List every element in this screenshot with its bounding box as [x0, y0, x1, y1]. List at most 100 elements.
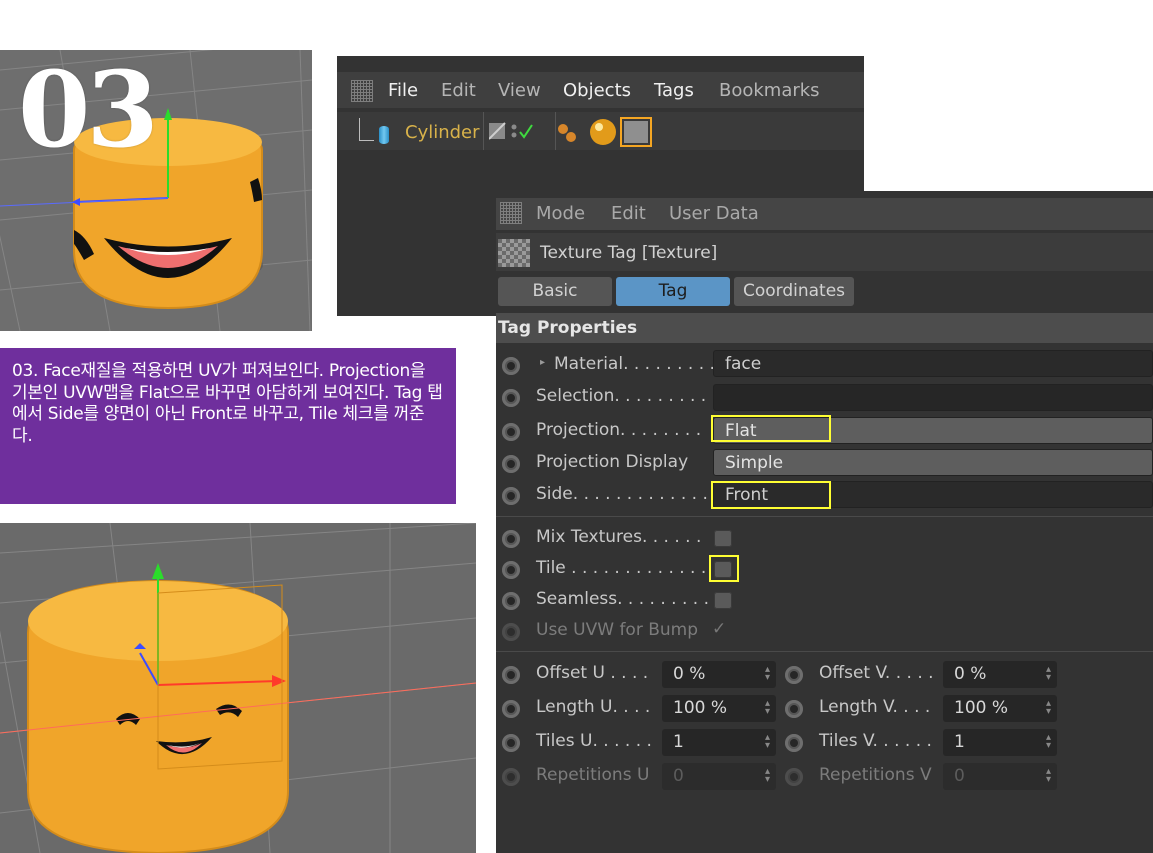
tiles-u-field[interactable]: 1 ▴ ▾	[662, 729, 776, 756]
animate-radio[interactable]	[502, 700, 520, 718]
repetitions-u-value: 0	[673, 766, 684, 786]
tiles-v-field[interactable]: 1 ▴ ▾	[943, 729, 1057, 756]
tab-basic[interactable]: Basic	[498, 277, 612, 306]
animate-radio	[502, 768, 520, 786]
tiles-u-value: 1	[673, 732, 684, 752]
offset-v-label: Offset V. . . . .	[819, 663, 934, 683]
spinner-icon: ▴ ▾	[764, 766, 770, 785]
animate-radio[interactable]	[785, 666, 803, 684]
animate-radio[interactable]	[785, 700, 803, 718]
object-tags	[558, 117, 652, 147]
animate-radio[interactable]	[502, 455, 520, 473]
offset-u-value: 0 %	[673, 664, 706, 684]
material-field[interactable]: face	[713, 350, 1153, 377]
animate-radio[interactable]	[502, 487, 520, 505]
viewport-after-render	[0, 523, 476, 853]
texture-tag-icon[interactable]	[620, 117, 652, 147]
spinner-icon[interactable]: ▴ ▾	[765, 665, 770, 683]
seamless-label: Seamless. . . . . . . . .	[536, 589, 709, 609]
caption-box: 03. Face재질을 적용하면 UV가 퍼져보인다. Projection을 …	[0, 348, 456, 504]
projection-display-label: Projection Display	[536, 452, 689, 472]
texture-tag-icon	[498, 239, 530, 267]
object-flags	[489, 122, 533, 140]
side-highlight	[711, 481, 831, 509]
tiles-v-label: Tiles V. . . . . .	[819, 731, 932, 751]
repetitions-v-field: 0 ▴ ▾	[943, 763, 1057, 790]
material-tag-icon[interactable]	[590, 119, 616, 145]
spinner-icon[interactable]: ▴ ▾	[1046, 665, 1051, 683]
animate-radio[interactable]	[502, 592, 520, 610]
mix-textures-label: Mix Textures. . . . . .	[536, 527, 702, 547]
animate-radio[interactable]	[502, 389, 520, 407]
tile-highlight	[709, 555, 739, 582]
tiles-u-label: Tiles U. . . . . .	[536, 731, 652, 751]
grip-icon[interactable]	[500, 202, 522, 224]
attribute-menubar	[496, 198, 1153, 230]
menu-tags[interactable]: Tags	[654, 80, 694, 101]
animate-radio[interactable]	[502, 357, 520, 375]
divider	[496, 651, 1153, 652]
length-v-label: Length V. . . .	[819, 697, 931, 717]
column-divider-tags	[555, 112, 556, 150]
visibility-dots-icon[interactable]	[511, 124, 517, 138]
menu-edit[interactable]: Edit	[611, 203, 646, 224]
tiles-v-value: 1	[954, 732, 965, 752]
projection-highlight	[711, 415, 831, 442]
enabled-check-icon[interactable]	[519, 124, 533, 139]
selection-label: Selection. . . . . . . . .	[536, 386, 707, 406]
menu-mode[interactable]: Mode	[536, 203, 585, 224]
menu-user-data[interactable]: User Data	[669, 203, 759, 224]
object-name[interactable]: Cylinder	[405, 122, 480, 143]
tag-title: Texture Tag [Texture]	[540, 243, 718, 263]
grip-icon[interactable]	[351, 80, 373, 102]
phong-tag-icon[interactable]	[558, 124, 576, 142]
projection-display-dropdown[interactable]: Simple	[713, 449, 1153, 476]
menu-bookmarks[interactable]: Bookmarks	[719, 80, 820, 101]
animate-radio[interactable]	[502, 561, 520, 579]
repetitions-u-field: 0 ▴ ▾	[662, 763, 776, 790]
layer-icon[interactable]	[489, 122, 506, 140]
use-uvw-label: Use UVW for Bump	[536, 620, 699, 640]
spinner-icon[interactable]: ▴ ▾	[765, 699, 770, 717]
length-v-value: 100 %	[954, 698, 1009, 718]
offset-u-field[interactable]: 0 % ▴ ▾	[662, 661, 776, 688]
repetitions-v-label: Repetitions V	[819, 765, 932, 785]
divider	[496, 516, 1153, 517]
spinner-icon[interactable]: ▴ ▾	[1046, 699, 1051, 717]
cylinder-icon	[379, 126, 389, 144]
offset-v-value: 0 %	[954, 664, 987, 684]
animate-radio[interactable]	[502, 423, 520, 441]
animate-radio[interactable]	[502, 530, 520, 548]
length-u-field[interactable]: 100 % ▴ ▾	[662, 695, 776, 722]
menu-view[interactable]: View	[498, 80, 541, 101]
expand-arrow-icon[interactable]: ▸	[540, 357, 545, 368]
mix-textures-checkbox[interactable]	[714, 530, 732, 547]
menu-objects[interactable]: Objects	[563, 80, 631, 101]
use-uvw-check-icon: ✓	[712, 619, 727, 639]
length-u-value: 100 %	[673, 698, 728, 718]
selection-field[interactable]	[713, 384, 1153, 411]
section-header: Tag Properties	[496, 313, 1153, 343]
viewport-after[interactable]	[0, 523, 476, 853]
column-divider	[483, 112, 484, 150]
menu-edit[interactable]: Edit	[441, 80, 476, 101]
animate-radio[interactable]	[785, 734, 803, 752]
animate-radio[interactable]	[502, 666, 520, 684]
tab-tag[interactable]: Tag	[616, 277, 730, 306]
animate-radio[interactable]	[502, 734, 520, 752]
length-v-field[interactable]: 100 % ▴ ▾	[943, 695, 1057, 722]
projection-label: Projection. . . . . . . .	[536, 420, 702, 440]
offset-v-field[interactable]: 0 % ▴ ▾	[943, 661, 1057, 688]
repetitions-u-label: Repetitions U	[536, 765, 650, 785]
length-u-label: Length U. . . .	[536, 697, 651, 717]
spinner-icon[interactable]: ▴ ▾	[1046, 733, 1051, 751]
seamless-checkbox[interactable]	[714, 592, 732, 609]
side-label: Side. . . . . . . . . . . . .	[536, 484, 708, 504]
offset-u-label: Offset U . . . .	[536, 663, 649, 683]
material-label: Material. . . . . . . . .	[554, 354, 715, 374]
spinner-icon[interactable]: ▴ ▾	[765, 733, 770, 751]
caption-text: 03. Face재질을 적용하면 UV가 퍼져보인다. Projection을 …	[12, 361, 443, 446]
spinner-icon: ▴ ▾	[1045, 766, 1051, 785]
menu-file[interactable]: File	[388, 80, 418, 101]
tab-coordinates[interactable]: Coordinates	[734, 277, 854, 306]
